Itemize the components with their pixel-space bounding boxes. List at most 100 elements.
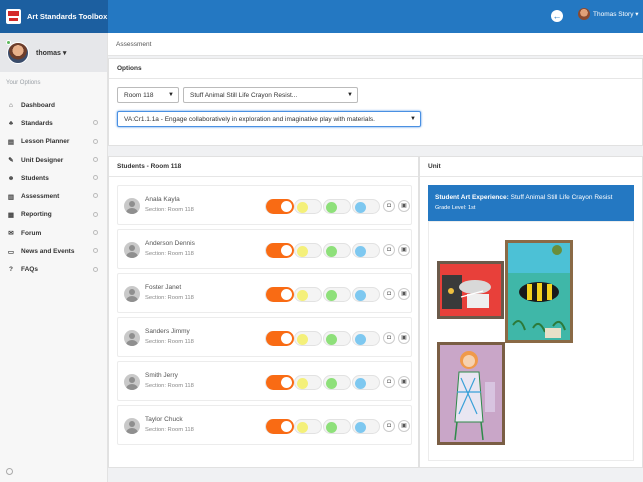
unit-heading: Unit	[420, 157, 642, 177]
sidebar-item-news-and-events[interactable]: ▭ News and Events	[0, 242, 107, 260]
top-bar: Art Standards Toolbox ← Thomas Story ▾	[0, 0, 643, 33]
rating-toggle-3[interactable]	[323, 375, 351, 390]
toggle-knob	[297, 202, 308, 213]
toggle-knob	[297, 290, 308, 301]
student-name: Foster Janet	[145, 284, 182, 291]
sidebar-item-standards[interactable]: ♣ Standards	[0, 114, 107, 132]
rating-toggle-3[interactable]	[323, 419, 351, 434]
sidebar-item-forum[interactable]: ✉ Forum	[0, 224, 107, 242]
toggle-knob	[297, 378, 308, 389]
rating-toggle-1[interactable]	[265, 243, 294, 258]
sidebar-item-students[interactable]: ☻ Students	[0, 169, 107, 187]
artwork-gallery	[428, 221, 634, 461]
user-menu[interactable]: Thomas Story ▾	[578, 8, 639, 20]
sidebar-item-dashboard[interactable]: ⌂ Dashboard	[0, 96, 107, 114]
student-row: Anderson Dennis Section: Room 118 ◘ ▣	[117, 229, 412, 269]
sidebar-item-reporting[interactable]: ▦ Reporting	[0, 206, 107, 224]
rating-toggle-2[interactable]	[294, 375, 322, 390]
question-icon: ?	[9, 266, 13, 274]
student-section: Section: Room 118	[145, 295, 194, 301]
student-artwork-image[interactable]	[437, 261, 504, 319]
save-icon[interactable]: ▣	[398, 244, 410, 256]
rating-toggle-1[interactable]	[265, 375, 294, 390]
chevron-down-icon: ▼	[168, 92, 174, 98]
sidebar-item-assessment[interactable]: ▥ Assessment	[0, 187, 107, 205]
camera-icon[interactable]: ◘	[383, 332, 395, 344]
save-icon[interactable]: ▣	[398, 420, 410, 432]
sidebar-item-faqs[interactable]: ? FAQs	[0, 261, 107, 279]
rating-toggle-2[interactable]	[294, 419, 322, 434]
info-icon[interactable]	[6, 468, 13, 475]
camera-icon[interactable]: ◘	[383, 200, 395, 212]
expand-circle-icon	[93, 230, 98, 236]
student-avatar	[124, 418, 140, 434]
rating-toggle-4[interactable]	[352, 331, 380, 346]
toggle-knob	[355, 246, 366, 257]
back-arrow-icon[interactable]: ←	[551, 10, 563, 22]
rating-toggle-1[interactable]	[265, 287, 294, 302]
rating-toggle-1[interactable]	[265, 199, 294, 214]
profile-block[interactable]: thomas ▾	[0, 33, 107, 72]
rating-toggle-3[interactable]	[323, 243, 351, 258]
toggle-knob	[297, 422, 308, 433]
camera-icon[interactable]: ◘	[383, 376, 395, 388]
camera-icon[interactable]: ◘	[383, 288, 395, 300]
room-select[interactable]: Room 118 ▼	[117, 87, 179, 103]
expand-circle-icon	[93, 266, 98, 272]
newspaper-icon: ▭	[7, 248, 15, 256]
rating-toggle-2[interactable]	[294, 199, 322, 214]
rating-toggle-4[interactable]	[352, 375, 380, 390]
rating-toggle-4[interactable]	[352, 419, 380, 434]
sidebar-item-label: Reporting	[21, 211, 52, 219]
bar-chart-icon: ▥	[7, 193, 15, 201]
toggle-knob	[355, 334, 366, 345]
save-icon[interactable]: ▣	[398, 200, 410, 212]
rating-toggle-3[interactable]	[323, 199, 351, 214]
camera-icon[interactable]: ◘	[383, 420, 395, 432]
toggle-knob	[326, 202, 337, 213]
rating-toggle-4[interactable]	[352, 287, 380, 302]
camera-icon[interactable]: ◘	[383, 244, 395, 256]
toggle-knob	[266, 375, 294, 390]
profile-name[interactable]: thomas ▾	[36, 49, 66, 57]
room-select-value: Room 118	[124, 92, 154, 99]
rating-toggle-3[interactable]	[323, 331, 351, 346]
save-icon[interactable]: ▣	[398, 376, 410, 388]
rating-toggle-3[interactable]	[323, 287, 351, 302]
student-artwork-image[interactable]	[505, 240, 573, 343]
student-name: Sanders Jimmy	[145, 328, 190, 335]
toggle-knob	[297, 246, 308, 257]
rating-toggle-2[interactable]	[294, 287, 322, 302]
student-avatar	[124, 374, 140, 390]
toggle-knob	[266, 331, 294, 346]
sidebar-item-unit-designer[interactable]: ✎ Unit Designer	[0, 151, 107, 169]
users-icon: ☻	[7, 174, 15, 182]
expand-circle-icon	[93, 248, 98, 254]
lesson-select[interactable]: Stuff Animal Still Life Crayon Resist...…	[183, 87, 358, 103]
rating-toggle-4[interactable]	[352, 199, 380, 214]
sidebar-item-label: News and Events	[21, 248, 75, 256]
student-artwork-image[interactable]	[437, 342, 505, 445]
app-logo-icon	[6, 9, 21, 24]
app-title: Art Standards Toolbox	[27, 12, 108, 21]
student-row: Sanders Jimmy Section: Room 118 ◘ ▣	[117, 317, 412, 357]
brand[interactable]: Art Standards Toolbox	[0, 0, 108, 33]
sidebar-section-label: Your Options	[6, 80, 41, 86]
expand-circle-icon	[93, 138, 98, 144]
student-section: Section: Room 118	[145, 383, 194, 389]
student-avatar	[124, 286, 140, 302]
sidebar-item-label: Assessment	[21, 193, 60, 201]
expand-circle-icon	[93, 120, 98, 126]
rating-toggle-1[interactable]	[265, 419, 294, 434]
standard-select[interactable]: VA:Cr1.1.1a - Engage collaboratively in …	[117, 111, 421, 127]
rating-toggle-1[interactable]	[265, 331, 294, 346]
save-icon[interactable]: ▣	[398, 288, 410, 300]
student-name: Anala Kayla	[145, 196, 180, 203]
rating-toggle-2[interactable]	[294, 243, 322, 258]
standards-icon: ♣	[8, 119, 14, 127]
online-status-icon	[6, 40, 11, 45]
sidebar-item-lesson-planner[interactable]: ▤ Lesson Planner	[0, 133, 107, 151]
rating-toggle-4[interactable]	[352, 243, 380, 258]
rating-toggle-2[interactable]	[294, 331, 322, 346]
save-icon[interactable]: ▣	[398, 332, 410, 344]
